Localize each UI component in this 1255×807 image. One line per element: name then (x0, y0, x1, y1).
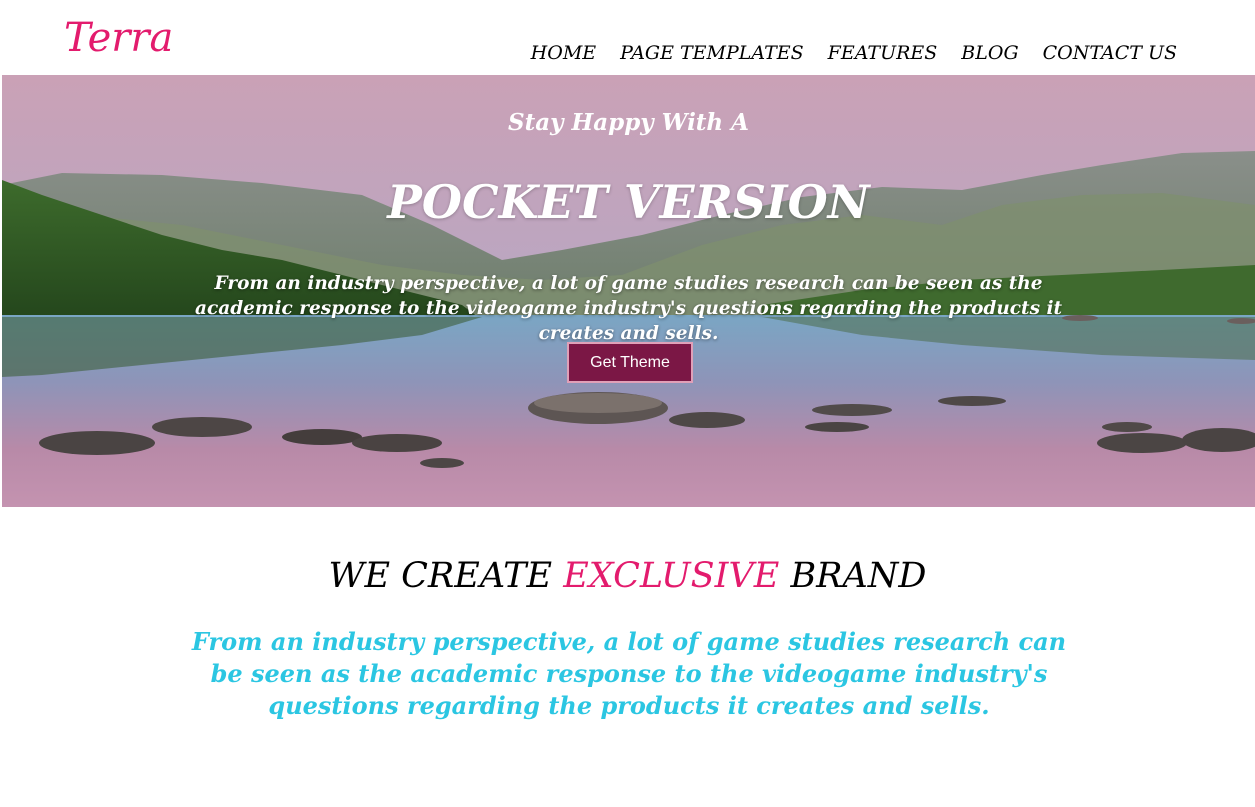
nav-item-blog[interactable]: BLOG (961, 42, 1018, 65)
nav-item-features[interactable]: FEATURES (828, 42, 938, 65)
site-header: Terra HOME PAGE TEMPLATES FEATURES BLOG … (0, 0, 1255, 75)
get-theme-button[interactable]: Get Theme (567, 342, 693, 383)
site-logo[interactable]: Terra (64, 18, 173, 58)
hero-content: Stay Happy With A POCKET VERSION From an… (2, 75, 1255, 507)
nav-item-home[interactable]: HOME (531, 42, 596, 65)
nav-item-page-templates[interactable]: PAGE TEMPLATES (620, 42, 804, 65)
brand-heading-start: WE CREATE (328, 556, 553, 596)
hero-banner: Stay Happy With A POCKET VERSION From an… (2, 75, 1255, 507)
brand-heading-accent: EXCLUSIVE (563, 556, 780, 596)
nav-item-contact-us[interactable]: CONTACT US (1043, 42, 1177, 65)
hero-title: POCKET VERSION (387, 175, 870, 229)
brand-heading-end: BRAND (790, 556, 927, 596)
brand-description: From an industry perspective, a lot of g… (191, 627, 1067, 720)
hero-description: From an industry perspective, a lot of g… (194, 273, 1063, 344)
hero-subtitle: Stay Happy With A (507, 109, 750, 136)
brand-heading: WE CREATE EXCLUSIVE BRAND (0, 556, 1255, 596)
main-nav: HOME PAGE TEMPLATES FEATURES BLOG CONTAC… (531, 42, 1177, 65)
